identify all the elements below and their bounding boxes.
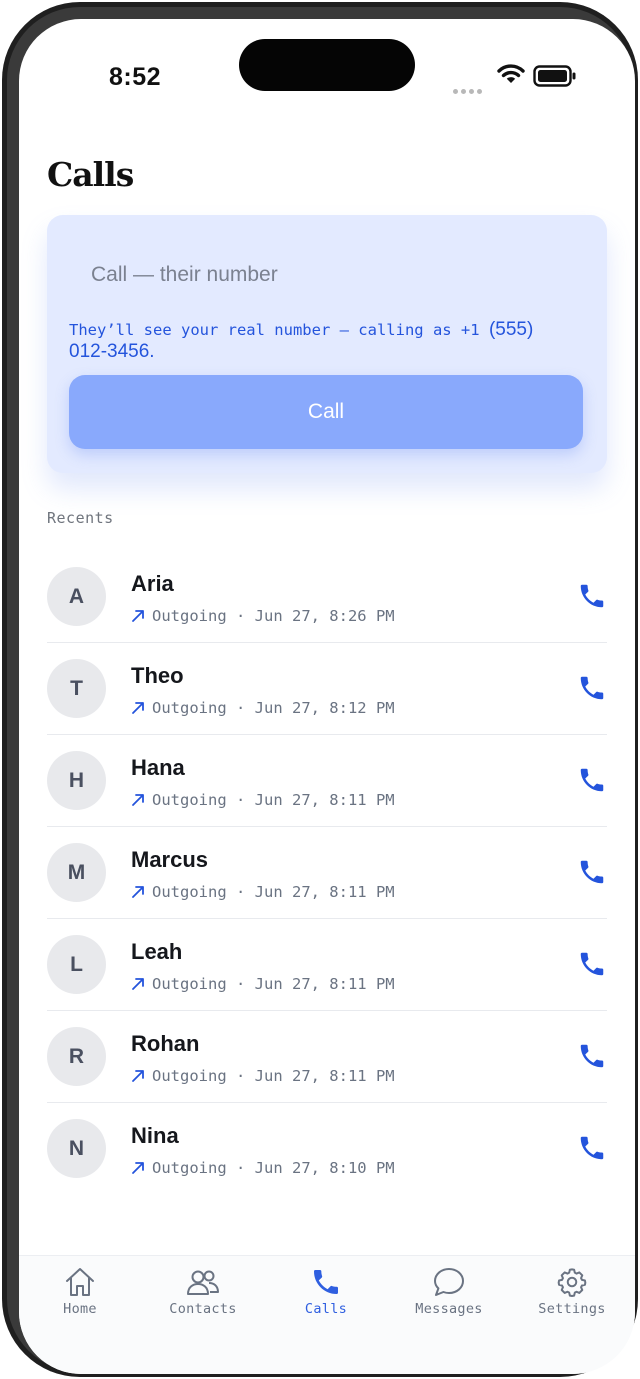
tab-messages[interactable]: Messages	[394, 1266, 504, 1336]
tab-calls[interactable]: Calls	[271, 1266, 381, 1336]
recent-call-row[interactable]: H Hana Outgoing · Jun 27, 8:11 PM	[47, 735, 607, 827]
avatar: N	[47, 1119, 106, 1178]
tab-home-label: Home	[63, 1301, 97, 1317]
call-direction: Outgoing	[152, 699, 227, 717]
call-back-phone-icon[interactable]	[577, 949, 607, 979]
dial-card: They’ll see your real number — calling a…	[47, 215, 607, 473]
call-back-phone-icon[interactable]	[577, 1041, 607, 1071]
caller-id-note: They’ll see your real number — calling a…	[69, 319, 569, 363]
outgoing-arrow-icon	[132, 794, 144, 806]
contact-name: Theo	[131, 663, 184, 688]
device-bezel: 8:52 Calls Call — their number They’ll s…	[7, 7, 635, 1374]
phone-icon	[314, 1270, 338, 1294]
recents-list: A Aria Outgoing · Jun 27, 8:26 PM T Theo…	[47, 551, 607, 1195]
call-meta: Outgoing · Jun 27, 8:11 PM	[131, 1067, 395, 1085]
tab-calls-label: Calls	[304, 1301, 348, 1317]
status-time: 8:52	[109, 63, 162, 91]
contact-name: Marcus	[131, 847, 209, 872]
call-direction: Outgoing	[152, 883, 227, 901]
call-datetime: Jun 27, 8:11 PM	[254, 1067, 395, 1085]
message-icon	[434, 1268, 464, 1296]
call-datetime: Jun 27, 8:11 PM	[254, 791, 395, 809]
call-back-phone-icon[interactable]	[577, 673, 607, 703]
outgoing-arrow-icon	[132, 886, 144, 898]
call-meta: Outgoing · Jun 27, 8:11 PM	[131, 791, 395, 809]
contacts-icon	[187, 1270, 219, 1295]
tab-bar: Home Contacts Calls Messages Settings	[19, 1255, 635, 1374]
call-direction: Outgoing	[152, 607, 227, 625]
call-meta: Outgoing · Jun 27, 8:10 PM	[131, 1159, 395, 1177]
call-direction: Outgoing	[152, 1067, 227, 1085]
caller-id-note-text: They’ll see your real number — calling a…	[69, 321, 480, 339]
outgoing-arrow-icon	[132, 1070, 144, 1082]
recent-call-row[interactable]: T Theo Outgoing · Jun 27, 8:12 PM	[47, 643, 607, 735]
phone-number-input[interactable]	[91, 259, 551, 291]
avatar: H	[47, 751, 106, 810]
call-direction: Outgoing	[152, 975, 227, 993]
call-direction: Outgoing	[152, 791, 227, 809]
phone-screen: 8:52 Calls Call — their number They’ll s…	[19, 19, 635, 1374]
recent-call-row[interactable]: M Marcus Outgoing · Jun 27, 8:11 PM	[47, 827, 607, 919]
tab-home[interactable]: Home	[25, 1266, 135, 1336]
outgoing-arrow-icon	[132, 1162, 144, 1174]
outgoing-arrow-icon	[132, 610, 144, 622]
dynamic-island	[239, 39, 415, 91]
call-meta: Outgoing · Jun 27, 8:12 PM	[131, 699, 395, 717]
outgoing-arrow-icon	[132, 702, 144, 714]
recents-label: Recents	[47, 509, 114, 527]
call-back-phone-icon[interactable]	[577, 765, 607, 795]
call-meta: Outgoing · Jun 27, 8:26 PM	[131, 607, 395, 625]
avatar: M	[47, 843, 106, 902]
tab-contacts[interactable]: Contacts	[148, 1266, 258, 1336]
call-back-phone-icon[interactable]	[577, 581, 607, 611]
wifi-icon	[497, 64, 525, 83]
call-back-phone-icon[interactable]	[577, 857, 607, 887]
battery-icon	[533, 65, 576, 87]
contact-name: Leah	[131, 939, 183, 964]
avatar: R	[47, 1027, 106, 1086]
call-datetime: Jun 27, 8:11 PM	[254, 975, 395, 993]
tab-settings-label: Settings	[538, 1301, 606, 1317]
page-title: Calls	[47, 155, 134, 194]
outgoing-arrow-icon	[132, 978, 144, 990]
status-icons	[453, 63, 583, 94]
avatar: A	[47, 567, 106, 626]
call-datetime: Jun 27, 8:11 PM	[254, 883, 395, 901]
avatar: L	[47, 935, 106, 994]
call-back-phone-icon[interactable]	[577, 1133, 607, 1163]
contact-name: Aria	[131, 571, 174, 596]
call-direction: Outgoing	[152, 1159, 227, 1177]
recent-call-row[interactable]: R Rohan Outgoing · Jun 27, 8:11 PM	[47, 1011, 607, 1103]
contact-name: Nina	[131, 1123, 179, 1148]
device-frame: 8:52 Calls Call — their number They’ll s…	[2, 2, 638, 1377]
recent-call-row[interactable]: L Leah Outgoing · Jun 27, 8:11 PM	[47, 919, 607, 1011]
tab-messages-label: Messages	[415, 1301, 483, 1317]
tab-contacts-label: Contacts	[169, 1301, 237, 1317]
call-datetime: Jun 27, 8:26 PM	[254, 607, 395, 625]
gear-icon	[557, 1268, 587, 1297]
home-icon	[66, 1268, 94, 1296]
recent-call-row[interactable]: N Nina Outgoing · Jun 27, 8:10 PM	[47, 1103, 607, 1195]
signal-dots-icon	[453, 81, 485, 99]
avatar: T	[47, 659, 106, 718]
call-datetime: Jun 27, 8:12 PM	[254, 699, 395, 717]
call-meta: Outgoing · Jun 27, 8:11 PM	[131, 883, 395, 901]
call-datetime: Jun 27, 8:10 PM	[254, 1159, 395, 1177]
call-button[interactable]: Call	[69, 375, 583, 449]
call-meta: Outgoing · Jun 27, 8:11 PM	[131, 975, 395, 993]
recent-call-row[interactable]: A Aria Outgoing · Jun 27, 8:26 PM	[47, 551, 607, 643]
tab-settings[interactable]: Settings	[517, 1266, 627, 1336]
contact-name: Hana	[131, 755, 185, 780]
contact-name: Rohan	[131, 1031, 200, 1056]
